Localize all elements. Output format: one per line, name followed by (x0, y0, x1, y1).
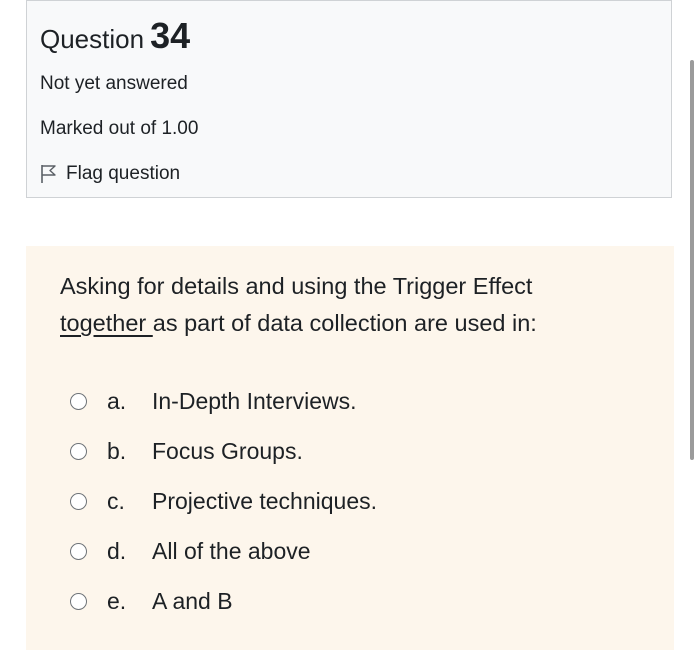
question-word: Question (40, 24, 145, 54)
question-content: Asking for details and using the Trigger… (26, 246, 674, 650)
answer-letter: d. (107, 537, 127, 564)
answer-option-c[interactable]: c. Projective techniques. (70, 476, 377, 526)
answer-letter: e. (107, 587, 127, 614)
answer-option-b[interactable]: b. Focus Groups. (70, 426, 303, 476)
question-grade: Marked out of 1.00 (40, 118, 199, 139)
answer-letter: c. (107, 487, 125, 514)
page-scrollbar[interactable] (690, 60, 694, 460)
answer-option-e[interactable]: e. A and B (70, 576, 233, 626)
answer-label[interactable]: Projective techniques. (152, 488, 377, 515)
flag-question-link[interactable]: Flag question (40, 161, 180, 187)
question-text-underlined: together (60, 310, 153, 336)
answer-state: Not yet answered (40, 73, 188, 94)
flag-icon (40, 164, 58, 184)
answer-option-a[interactable]: a. In-Depth Interviews. (70, 376, 357, 426)
question-title: Question 34 (40, 15, 190, 57)
answer-letter: a. (107, 387, 127, 414)
question-number: 34 (150, 15, 191, 56)
answer-options: a. In-Depth Interviews. b. Focus Groups.… (70, 376, 377, 626)
radio-button[interactable] (70, 492, 87, 510)
answer-label[interactable]: Focus Groups. (152, 438, 303, 465)
radio-button[interactable] (70, 592, 87, 610)
question-text-part2: as part of data collection are used in: (152, 310, 537, 336)
answer-option-d[interactable]: d. All of the above (70, 526, 311, 576)
question-text: Asking for details and using the Trigger… (60, 268, 620, 342)
answer-label[interactable]: In-Depth Interviews. (152, 388, 357, 415)
answer-letter: b. (107, 437, 127, 464)
answer-label[interactable]: A and B (152, 588, 233, 615)
flag-question-label: Flag question (66, 163, 181, 184)
radio-button[interactable] (70, 392, 87, 410)
question-text-part1: Asking for details and using the Trigger… (60, 273, 533, 299)
radio-button[interactable] (70, 442, 87, 460)
answer-label[interactable]: All of the above (152, 538, 311, 565)
radio-button[interactable] (70, 542, 87, 560)
question-info-panel: Question 34 Not yet answered Marked out o… (26, 0, 672, 198)
